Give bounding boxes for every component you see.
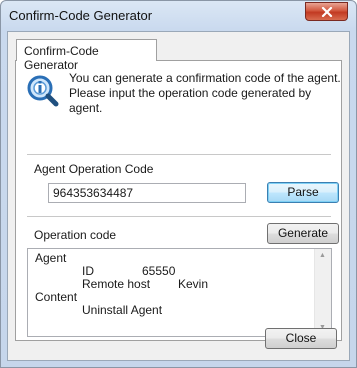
tab-label: Confirm-Code Generator [24,44,99,72]
output-line: ID 65550 [35,265,175,278]
output-line: Agent [35,252,77,265]
title-bar[interactable]: Confirm-Code Generator [1,1,356,31]
separator [27,154,331,155]
operation-code-label: Operation code [34,228,117,242]
output-agent-heading: Agent [35,251,67,265]
scroll-up-arrow-icon[interactable]: ▲ [319,252,326,259]
output-content-heading: Content [35,290,78,304]
magnifier-info-icon [27,75,59,107]
tab-panel: You can generate a confirmation code of … [15,60,342,341]
window-close-button[interactable] [305,2,348,21]
output-line: Content [35,291,77,304]
description-line-1: You can generate a confirmation code of … [69,71,341,85]
window-title: Confirm-Code Generator [9,8,153,23]
output-host-value: Kevin [178,277,209,291]
dialog-window: Confirm-Code Generator Confirm-Code Gene… [0,0,357,368]
separator [27,216,331,217]
close-icon [321,7,333,17]
dialog-client-area: Confirm-Code Generator You can generate … [7,31,350,361]
generate-button[interactable]: Generate [267,223,339,244]
tab-confirm-code-generator[interactable]: Confirm-Code Generator [16,39,157,72]
agent-operation-code-label: Agent Operation Code [34,162,154,176]
operation-code-output[interactable]: Agent ID 65550 Remote host Kevin Content [27,248,332,337]
output-line: Uninstall Agent [35,304,162,317]
output-scrollbar[interactable]: ▲ ▼ [314,249,331,336]
output-content-value: Uninstall Agent [82,303,163,317]
parse-button[interactable]: Parse [267,182,339,203]
agent-operation-code-input[interactable]: 964353634487 [48,183,246,203]
description: You can generate a confirmation code of … [69,71,341,116]
close-button[interactable]: Close [265,328,337,349]
output-host-key: Remote host [82,277,151,291]
description-line-2: Please input the operation code generate… [69,86,312,115]
